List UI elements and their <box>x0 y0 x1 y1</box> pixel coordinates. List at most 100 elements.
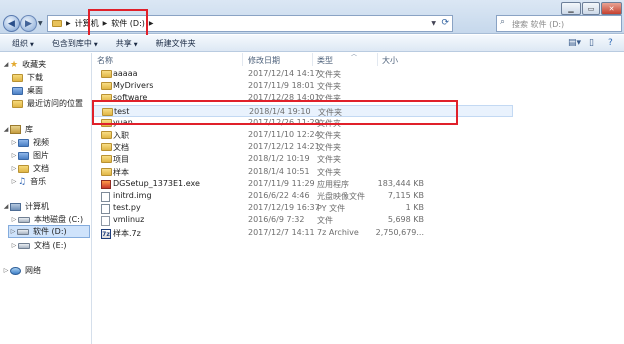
organize-label: 组织 <box>12 38 28 48</box>
nav-documents[interactable]: ▷ 文档 <box>10 162 49 175</box>
nav-computer-label: 计算机 <box>25 202 49 211</box>
folder-icon <box>52 20 62 27</box>
expand-chevron-icon[interactable]: ▷ <box>9 228 17 235</box>
file-row[interactable]: software 2017/12/28 14:01 文件夹 <box>93 92 513 104</box>
file-name: aaaaa <box>113 69 138 78</box>
file-row[interactable]: test 2018/1/4 19:10 文件夹 <box>93 104 513 117</box>
expand-chevron-icon[interactable]: ▷ <box>2 267 10 274</box>
help-icon[interactable]: ? <box>608 38 613 48</box>
nav-music[interactable]: ▷ ♫ 音乐 <box>10 175 46 188</box>
nav-downloads-label: 下载 <box>27 73 43 82</box>
collapse-chevron-icon[interactable]: ◢ <box>2 203 10 210</box>
address-history-chevron-icon[interactable]: ▼ <box>431 20 436 27</box>
expand-chevron-icon[interactable]: ▷ <box>10 165 18 172</box>
search-input[interactable]: 搜索 软件 (D:) <box>496 15 622 32</box>
nav-recent-places[interactable]: 最近访问的位置 <box>12 97 83 110</box>
nav-videos[interactable]: ▷ 视频 <box>10 136 49 149</box>
file-date: 2017/11/9 11:29 <box>248 178 315 188</box>
breadcrumb-drive-d[interactable]: 软件 (D:) <box>111 18 145 29</box>
file-row[interactable]: 样本 2018/1/4 10:51 文件夹 <box>93 166 513 178</box>
share-label: 共享 <box>115 38 132 48</box>
disc-image-icon <box>101 192 110 202</box>
forward-button[interactable]: ▶ <box>20 15 37 32</box>
file-size: 183,444 KB <box>377 178 424 188</box>
expand-chevron-icon[interactable]: ▷ <box>10 216 18 223</box>
expand-chevron-icon[interactable]: ▷ <box>10 152 18 159</box>
expand-chevron-icon[interactable]: ▷ <box>10 139 18 146</box>
address-bar[interactable]: ▶ 计算机 ▶ 软件 (D:) ▶ ▼ ⟳ <box>47 15 453 32</box>
file-date: 2016/6/22 4:46 <box>248 191 310 200</box>
file-row[interactable]: DGSetup_1373E1.exe 2017/11/9 11:29 应用程序 183… <box>93 178 513 190</box>
search-icon: ⌕ <box>500 17 506 27</box>
file-name: test <box>114 106 130 116</box>
file-name: test.py <box>113 203 141 213</box>
nav-downloads[interactable]: 下载 <box>12 71 43 84</box>
file-name: DGSetup_1373E1.exe <box>113 178 200 188</box>
organize-button[interactable]: 组织 ▼ <box>12 38 34 49</box>
nav-drive-d[interactable]: ▷ 软件 (D:) <box>8 225 90 238</box>
preview-pane-icon[interactable]: ▯ <box>589 38 594 48</box>
file-row[interactable]: yuan 2017/12/26 11:29 文件夹 <box>93 117 513 129</box>
new-folder-button[interactable]: 新建文件夹 <box>156 38 196 49</box>
back-button[interactable]: ◀ <box>3 15 20 32</box>
file-type: 文件夹 <box>317 131 341 140</box>
close-button[interactable]: ✕ <box>601 2 622 15</box>
nav-computer[interactable]: ◢ 计算机 <box>2 200 49 213</box>
file-row[interactable]: test.py 2017/12/19 16:37 PY 文件 1 KB <box>93 202 513 215</box>
column-header-name[interactable]: 名称 <box>93 53 243 66</box>
column-header-date[interactable]: 修改日期 <box>244 53 313 66</box>
file-date: 2018/1/2 10:19 <box>248 154 310 164</box>
refresh-icon[interactable]: ⟳ <box>441 18 449 28</box>
file-row[interactable]: vmlinuz 2016/6/9 7:32 文件 5,698 KB <box>93 214 513 227</box>
file-type: 文件 <box>317 216 333 226</box>
nav-desktop[interactable]: 桌面 <box>12 84 43 97</box>
file-row[interactable]: MyDrivers 2017/11/9 18:01 文件夹 <box>93 80 513 92</box>
change-view-icon[interactable]: ▤▾ <box>568 38 581 48</box>
collapse-chevron-icon[interactable]: ◢ <box>2 126 10 133</box>
computer-icon <box>10 202 21 211</box>
breadcrumb-computer[interactable]: 计算机 <box>75 18 99 29</box>
file-row[interactable]: initrd.img 2016/6/22 4:46 光盘映像文件 7,115 KB <box>93 190 513 202</box>
file-name: 样本 <box>113 167 129 177</box>
breadcrumb-separator-icon[interactable]: ▶ <box>149 20 154 27</box>
nav-favorites[interactable]: ◢ ★ 收藏夹 <box>2 58 46 71</box>
nav-pictures[interactable]: ▷ 图片 <box>10 149 49 162</box>
music-note-icon: ♫ <box>18 176 27 187</box>
file-row[interactable]: 入职 2017/11/10 12:24 文件夹 <box>93 129 513 141</box>
expand-chevron-icon[interactable]: ▷ <box>10 242 18 249</box>
file-size: 5,698 KB <box>387 215 424 225</box>
file-date: 2017/12/14 14:17 <box>248 69 320 78</box>
expand-chevron-icon[interactable]: ▷ <box>10 178 18 185</box>
command-toolbar: 组织 ▼ 包含到库中 ▼ 共享 ▼ 新建文件夹 <box>0 35 624 52</box>
file-date: 2018/1/4 19:10 <box>249 106 311 116</box>
file-name: 文档 <box>113 143 129 153</box>
maximize-button[interactable]: ▭ <box>582 2 600 15</box>
file-row[interactable]: aaaaa 2017/12/14 14:17 文件夹 <box>93 68 513 80</box>
nav-desktop-label: 桌面 <box>27 86 43 95</box>
breadcrumb-separator-icon[interactable]: ▶ <box>66 20 71 27</box>
library-icon <box>10 125 21 134</box>
nav-videos-label: 视频 <box>33 138 49 147</box>
folder-icon <box>101 155 112 164</box>
nav-drive-e[interactable]: ▷ 文档 (E:) <box>10 239 67 252</box>
file-row[interactable]: 文档 2017/12/12 14:21 文件夹 <box>93 141 513 153</box>
nav-drive-d-label: 软件 (D:) <box>33 227 67 236</box>
column-header-size[interactable]: 大小 <box>378 53 426 66</box>
minimize-button[interactable]: ▁ <box>561 2 581 15</box>
file-row[interactable]: 项目 2018/1/2 10:19 文件夹 <box>93 153 513 165</box>
include-in-library-button[interactable]: 包含到库中 ▼ <box>52 38 98 49</box>
file-icon <box>101 216 110 227</box>
recent-pages-chevron-icon[interactable]: ▼ <box>38 20 43 27</box>
column-header-type[interactable]: 类型 <box>313 53 378 66</box>
file-type: PY 文件 <box>317 204 346 214</box>
file-size: 7,115 KB <box>387 191 424 200</box>
nav-network[interactable]: ▷ 网络 <box>2 264 41 277</box>
collapse-chevron-icon[interactable]: ◢ <box>2 61 10 68</box>
nav-drive-e-label: 文档 (E:) <box>34 241 67 250</box>
share-button[interactable]: 共享 ▼ <box>116 38 138 49</box>
file-row[interactable]: 7z 样本.7z 2017/12/7 14:11 7z Archive 2,750,67… <box>93 227 513 239</box>
breadcrumb-separator-icon[interactable]: ▶ <box>103 20 108 27</box>
nav-libraries[interactable]: ◢ 库 <box>2 123 33 136</box>
picture-library-icon <box>18 151 29 160</box>
nav-libraries-label: 库 <box>25 125 33 134</box>
